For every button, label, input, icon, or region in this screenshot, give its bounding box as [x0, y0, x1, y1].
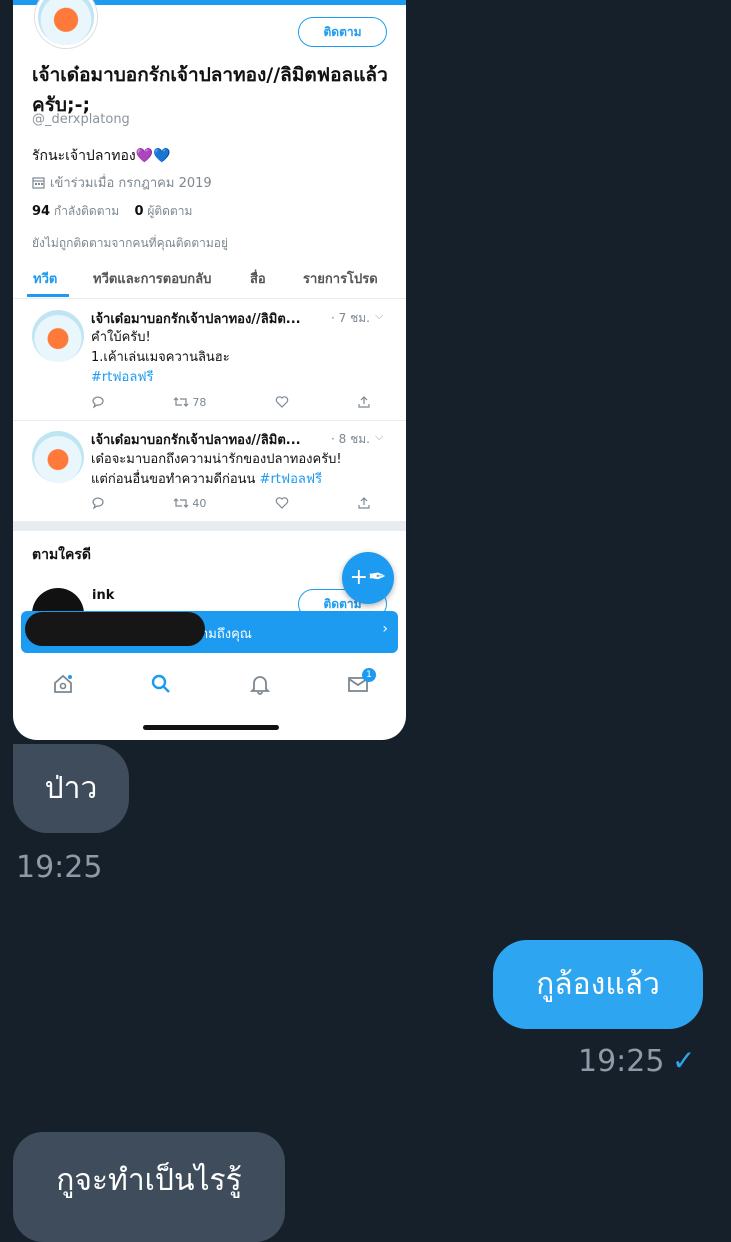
following-label[interactable]: กำลังติดตาม: [54, 204, 119, 218]
tweet-author: เจ้าเด๋อมาบอกรักเจ้าปลาทอง//ลิมิต...: [91, 312, 301, 327]
search-icon[interactable]: [149, 672, 173, 696]
followers-label[interactable]: ผู้ติดตาม: [147, 204, 192, 218]
chevron-down-icon[interactable]: ⌵: [375, 309, 383, 323]
share-icon[interactable]: [357, 395, 371, 409]
like-icon[interactable]: [275, 496, 289, 510]
tab-tweets-replies[interactable]: ทวีตและการตอบกลับ: [93, 268, 211, 289]
tab-media[interactable]: สื่อ: [250, 268, 266, 289]
tab-tweets[interactable]: ทวีต: [33, 268, 57, 289]
bottom-nav: [13, 664, 406, 708]
compose-tweet-button[interactable]: +✒: [342, 552, 394, 604]
notifications-bell-icon[interactable]: [248, 672, 272, 696]
retweet-count: 78: [192, 395, 207, 409]
message-text: กูจะทำเป็นไรรู้: [56, 1163, 242, 1198]
outgoing-message-bubble[interactable]: กูล้องแล้ว: [493, 940, 703, 1029]
chevron-right-icon: ›: [382, 621, 388, 637]
banner-text: ามถึงคุณ: [201, 627, 252, 642]
redaction-bar: [25, 612, 205, 646]
home-icon[interactable]: [51, 672, 75, 696]
profile-avatar: [35, 0, 97, 48]
followers-count[interactable]: 0: [134, 204, 143, 219]
retweet-icon: [173, 397, 189, 407]
who-to-follow-title: ตามใครดี: [32, 547, 91, 563]
tweet-author: เจ้าเด๋อมาบอกรักเจ้าปลาทอง//ลิมิต...: [91, 433, 301, 448]
tweet-line-with-hashtag: แต่ก่อนอื่นขอทำความดีก่อนน #rtฟอลฟรี: [91, 470, 342, 490]
home-indicator: [143, 725, 279, 730]
not-followed-note: ยังไม่ถูกติดตามจากคนที่คุณติดตามอยู่: [32, 236, 228, 250]
active-tab-indicator: [27, 294, 69, 297]
message-text: กูล้องแล้ว: [536, 967, 660, 1002]
retweet-button[interactable]: 40: [173, 496, 206, 510]
dm-badge: 1: [362, 668, 376, 682]
profile-handle: @_derxplatong: [32, 112, 130, 127]
profile-tabs: ทวีต ทวีตและการตอบกลับ สื่อ รายการโปรด: [13, 258, 406, 299]
retweet-icon: [173, 498, 189, 508]
tweet-line: คำใบ้ครับ!: [91, 330, 151, 345]
tweet-text: เด๋อจะมาบอกถึงความน่ารักของปลาทองครับ! แ…: [91, 450, 342, 490]
retweet-button[interactable]: 78: [173, 395, 206, 409]
share-icon[interactable]: [357, 496, 371, 510]
incoming-message-bubble[interactable]: ป่าว: [13, 744, 129, 833]
reply-icon[interactable]: [91, 395, 105, 409]
section-divider: [13, 521, 406, 531]
tweet-line: แต่ก่อนอื่นขอทำความดีก่อนน: [91, 472, 256, 487]
joined-text: เข้าร่วมเมื่อ กรกฎาคม 2019: [50, 176, 212, 191]
tweet[interactable]: เจ้าเด๋อมาบอกรักเจ้าปลาทอง//ลิมิต... · 8…: [13, 420, 406, 520]
feather-plus-icon: +✒: [349, 565, 387, 590]
tweet-time: · 8 ชม.: [331, 432, 370, 446]
tweet-avatar[interactable]: [32, 431, 84, 483]
tweet-time: · 7 ชม.: [331, 311, 370, 325]
tweet[interactable]: เจ้าเด๋อมาบอกรักเจ้าปลาทอง//ลิมิต... · 7…: [13, 299, 406, 421]
tweet-avatar[interactable]: [32, 310, 84, 362]
retweet-count: 40: [192, 496, 207, 510]
tweet-actions: 40: [91, 496, 371, 510]
profile-joined: เข้าร่วมเมื่อ กรกฎาคม 2019: [32, 172, 212, 193]
profile-bio: รักนะเจ้าปลาทอง💜💙: [32, 148, 171, 164]
message-text: ป่าว: [44, 771, 98, 806]
suggested-user-name[interactable]: ink: [92, 588, 114, 603]
like-icon[interactable]: [275, 395, 289, 409]
incoming-message-bubble[interactable]: กูจะทำเป็นไรรู้: [13, 1132, 285, 1242]
tweet-line: 1.เค้าเล่นเมจควานลินฮะ: [91, 350, 230, 365]
hashtag-link[interactable]: #rtฟอลฟรี: [260, 472, 323, 487]
message-timestamp: 19:25: [16, 850, 103, 885]
tweet-actions: 78: [91, 395, 371, 409]
tweet-text: คำใบ้ครับ! 1.เค้าเล่นเมจควานลินฮะ #rtฟอล…: [91, 328, 230, 388]
shared-screenshot[interactable]: ติดตาม เจ้าเด๋อมาบอกรักเจ้าปลาทอง//ลิมิต…: [13, 0, 406, 740]
following-count[interactable]: 94: [32, 204, 50, 219]
tweet-line: เด๋อจะมาบอกถึงความน่ารักของปลาทองครับ!: [91, 452, 342, 467]
sent-check-icon: ✓: [672, 1044, 696, 1077]
profile-stats: 94 กำลังติดตาม 0 ผู้ติดตาม: [32, 202, 192, 221]
profile-name: เจ้าเด๋อมาบอกรักเจ้าปลาทอง//ลิมิตฟอลแล้ว…: [32, 64, 388, 116]
reply-icon[interactable]: [91, 496, 105, 510]
follow-button[interactable]: ติดตาม: [298, 17, 387, 47]
hashtag-link[interactable]: #rtฟอลฟรี: [91, 368, 230, 388]
message-timestamp: 19:25: [578, 1044, 665, 1079]
chevron-down-icon[interactable]: ⌵: [375, 430, 383, 444]
calendar-icon: [32, 177, 45, 189]
tab-likes[interactable]: รายการโปรด: [303, 268, 378, 289]
